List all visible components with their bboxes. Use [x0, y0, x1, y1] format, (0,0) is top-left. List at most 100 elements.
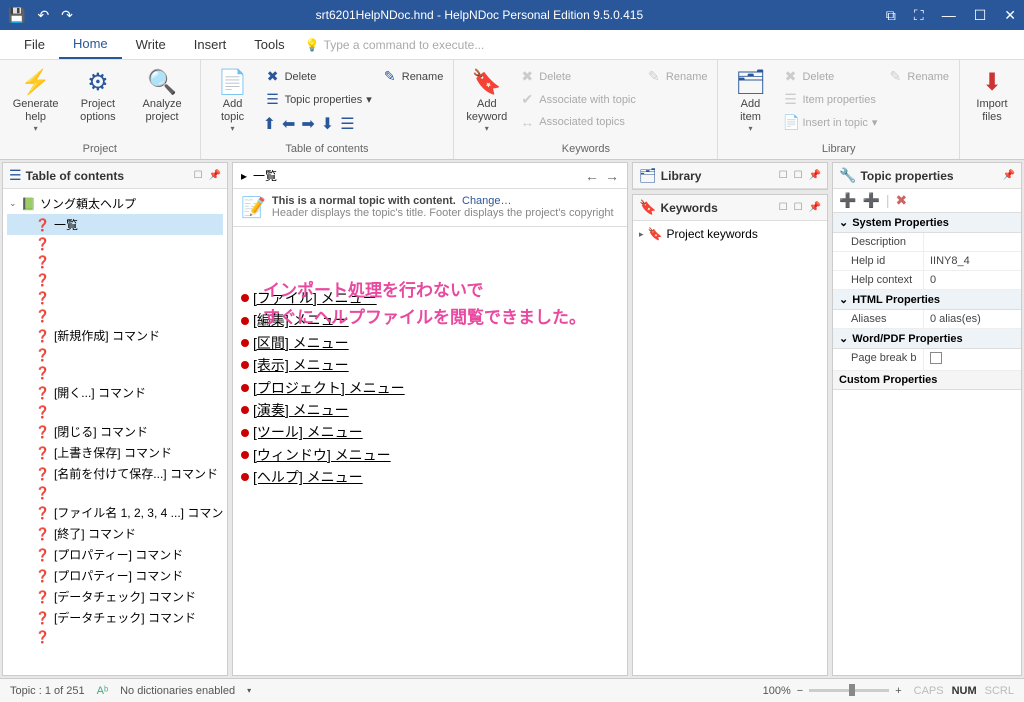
- tree-item[interactable]: ❓[プロパティー] コマンド: [7, 544, 223, 565]
- menu-link[interactable]: [演奏] メニュー: [253, 399, 349, 421]
- kw-ctrl1[interactable]: ☐: [779, 202, 788, 213]
- menu-link-line: [ファイル] メニュー: [241, 287, 619, 309]
- bullet-icon: [241, 451, 249, 459]
- undo-icon[interactable]: ↶: [37, 7, 49, 24]
- spellcheck-icon[interactable]: Aᵇ: [97, 685, 109, 697]
- menu-link-line: [編集] メニュー: [241, 309, 619, 331]
- menu-link[interactable]: [ファイル] メニュー: [253, 287, 377, 309]
- panel-pin-icon[interactable]: ☐: [194, 170, 203, 181]
- tree-item[interactable]: ❓: [7, 289, 223, 307]
- zoom-in-icon[interactable]: +: [895, 685, 901, 697]
- zoom-control[interactable]: 100% − +: [763, 685, 902, 697]
- toc-delete-button[interactable]: ✖Delete: [261, 66, 376, 87]
- bread-caret-icon[interactable]: ▸: [241, 169, 247, 183]
- save-icon[interactable]: 💾: [8, 7, 25, 24]
- menu-link[interactable]: [編集] メニュー: [253, 309, 349, 331]
- zoom-slider[interactable]: [809, 689, 889, 692]
- section-system[interactable]: ⌄System Properties: [833, 213, 1021, 233]
- tree-item[interactable]: ❓: [7, 235, 223, 253]
- nav-next-icon[interactable]: →: [605, 168, 619, 184]
- row-helpid[interactable]: Help idIINY8_4: [833, 252, 1021, 271]
- command-box[interactable]: 💡 Type a command to execute...: [305, 38, 485, 52]
- tree-item[interactable]: ❓[上書き保存] コマンド: [7, 442, 223, 463]
- tree-item[interactable]: ❓[データチェック] コマンド: [7, 607, 223, 628]
- tree-item[interactable]: ❓: [7, 346, 223, 364]
- tab-file[interactable]: File: [10, 31, 59, 58]
- keywords-body[interactable]: ▸ 🔖 Project keywords: [633, 221, 827, 247]
- import-files-button[interactable]: ⬇Import files: [966, 64, 1018, 126]
- tree-item[interactable]: ❓: [7, 628, 223, 646]
- lib-ctrl1[interactable]: ☐: [779, 170, 788, 181]
- tree-item[interactable]: ❓[ファイル名 1, 2, 3, 4 ...] コマンド: [7, 502, 223, 523]
- row-pagebreak[interactable]: Page break b: [833, 349, 1021, 371]
- group-library: 🗂Add item▾ ✖Delete ☰Item properties 📄Ins…: [718, 60, 960, 159]
- menu-link[interactable]: [区間] メニュー: [253, 332, 349, 354]
- row-helpctx[interactable]: Help context0: [833, 271, 1021, 290]
- props-del-icon[interactable]: ✖: [896, 192, 908, 209]
- status-dict[interactable]: No dictionaries enabled: [120, 685, 235, 697]
- app-fullscreen-icon[interactable]: ⛶: [914, 7, 924, 24]
- props-add2-icon[interactable]: ➕: [862, 192, 879, 209]
- tree-item[interactable]: ❓一覧: [7, 214, 223, 235]
- add-keyword-button[interactable]: 🔖Add keyword▾: [460, 64, 513, 135]
- menu-link[interactable]: [ヘルプ] メニュー: [253, 466, 363, 488]
- section-wordpdf[interactable]: ⌄Word/PDF Properties: [833, 329, 1021, 349]
- menu-link[interactable]: [ツール] メニュー: [253, 421, 363, 443]
- close-icon[interactable]: ✕: [1004, 7, 1016, 24]
- project-options-button[interactable]: ⚙Project options: [67, 64, 128, 126]
- tree-item[interactable]: ❓[終了] コマンド: [7, 523, 223, 544]
- toc-props-button[interactable]: ☰Topic properties ▾: [261, 89, 376, 110]
- section-custom[interactable]: Custom Properties: [833, 371, 1021, 390]
- kw-pin-icon[interactable]: 📌: [809, 202, 821, 213]
- toc-move-arrows[interactable]: ⬆⬅➡⬇☰: [261, 112, 376, 136]
- redo-icon[interactable]: ↷: [61, 7, 73, 24]
- tree-item[interactable]: ❓: [7, 484, 223, 502]
- toc-rename-button[interactable]: ✎Rename: [378, 66, 448, 87]
- props-add-icon[interactable]: ➕: [839, 192, 856, 209]
- tree-item[interactable]: ❓: [7, 253, 223, 271]
- add-topic-button[interactable]: 📄Add topic▾: [207, 64, 259, 135]
- tree-item[interactable]: ❓[データチェック] コマンド: [7, 586, 223, 607]
- menu-link[interactable]: [プロジェクト] メニュー: [253, 377, 405, 399]
- tree-item[interactable]: ❓: [7, 403, 223, 421]
- zoom-out-icon[interactable]: −: [797, 685, 803, 697]
- kw-ctrl2[interactable]: ☐: [794, 202, 803, 213]
- tab-insert[interactable]: Insert: [180, 31, 241, 58]
- tree-item[interactable]: ❓: [7, 271, 223, 289]
- tree-item[interactable]: ❓[開く...] コマンド: [7, 382, 223, 403]
- tab-tools[interactable]: Tools: [240, 31, 298, 58]
- nav-prev-icon[interactable]: ←: [585, 168, 599, 184]
- tree-item[interactable]: ❓[名前を付けて保存...] コマンド: [7, 463, 223, 484]
- maximize-icon[interactable]: ☐: [974, 7, 987, 24]
- tree-item[interactable]: ❓[プロパティー] コマンド: [7, 565, 223, 586]
- section-html[interactable]: ⌄HTML Properties: [833, 290, 1021, 310]
- lib-ctrl2[interactable]: ☐: [794, 170, 803, 181]
- panel-pin2-icon[interactable]: 📌: [209, 170, 221, 181]
- tab-write[interactable]: Write: [122, 31, 180, 58]
- kw-assoc-button: ✔Associate with topic: [515, 89, 640, 110]
- library-column: 🗂 Library ☐ ☐ 📌 🔖 Keywords ☐ ☐ 📌 ▸ 🔖 Pro…: [630, 160, 830, 678]
- minimize-icon[interactable]: —: [942, 7, 956, 24]
- change-link[interactable]: Change…: [462, 195, 512, 207]
- toc-tree[interactable]: ⌄📗ソング頼太ヘルプ❓一覧❓❓❓❓❓❓[新規作成] コマンド❓❓❓[開く...]…: [3, 189, 227, 675]
- menu-link[interactable]: [ウィンドウ] メニュー: [253, 444, 391, 466]
- lib-insert-button: 📄Insert in topic ▾: [778, 112, 881, 133]
- tree-item[interactable]: ❓: [7, 364, 223, 382]
- breadcrumb[interactable]: 一覧: [253, 167, 579, 184]
- app-expand-icon[interactable]: ⧉: [886, 7, 896, 24]
- tree-item[interactable]: ❓[新規作成] コマンド: [7, 325, 223, 346]
- tree-item[interactable]: ❓[閉じる] コマンド: [7, 421, 223, 442]
- editor-content[interactable]: インポート処理を行わないで すぐにヘルプファイルを閲覧できました。 [ファイル]…: [233, 227, 627, 675]
- menu-link[interactable]: [表示] メニュー: [253, 354, 349, 376]
- row-description[interactable]: Description: [833, 233, 1021, 252]
- row-aliases[interactable]: Aliases0 alias(es): [833, 310, 1021, 329]
- tab-home[interactable]: Home: [59, 30, 122, 59]
- analyze-project-button[interactable]: 🔍Analyze project: [131, 64, 194, 126]
- pagebreak-checkbox[interactable]: [930, 352, 942, 364]
- lib-pin-icon[interactable]: 📌: [809, 170, 821, 181]
- add-item-button[interactable]: 🗂Add item▾: [724, 64, 776, 135]
- tree-root[interactable]: ⌄📗ソング頼太ヘルプ: [7, 193, 223, 214]
- generate-help-button[interactable]: ⚡Generate help▾: [6, 64, 65, 135]
- props-pin-icon[interactable]: 📌: [1003, 170, 1015, 181]
- tree-item[interactable]: ❓: [7, 307, 223, 325]
